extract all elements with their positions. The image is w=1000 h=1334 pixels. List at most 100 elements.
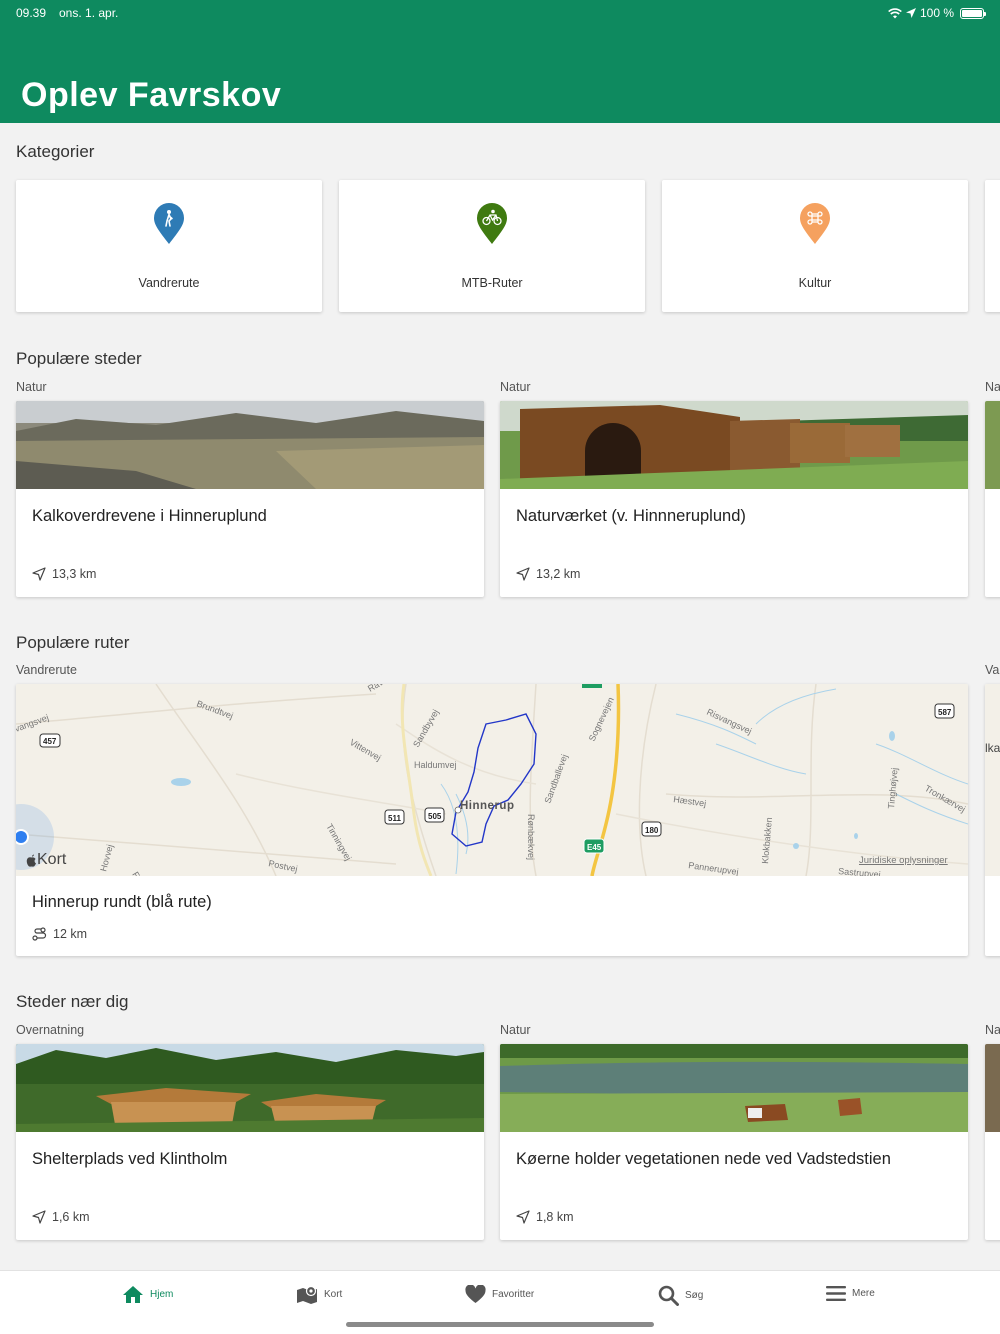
place-photo: [500, 401, 968, 489]
road-shield-e45: E45: [583, 838, 605, 854]
category-card-kultur[interactable]: Kultur: [662, 180, 968, 312]
map-icon: [297, 1285, 317, 1304]
place-category: Na: [985, 380, 1000, 394]
place-distance: 1,8 km: [516, 1210, 574, 1224]
route-map[interactable]: Brundtvej Risvangsvej Vittenvej Sandbyve…: [16, 684, 968, 876]
categories-title: Kategorier: [16, 142, 95, 161]
distance-text: 13,3 km: [52, 567, 97, 581]
tab-hjem[interactable]: Hjem: [122, 1285, 173, 1304]
svg-text:180: 180: [645, 826, 659, 835]
hiker-pin-icon: [154, 203, 184, 244]
place-category: Natur: [500, 1023, 531, 1037]
location-arrow-icon: [905, 8, 916, 18]
place-category: Na: [985, 1023, 1000, 1037]
map-watermark-text: Kort: [37, 851, 67, 868]
route-category: Vandrerute: [16, 663, 77, 677]
tab-mere[interactable]: Mere: [826, 1285, 875, 1302]
distance-text: 12 km: [53, 927, 88, 941]
page-title: Oplev Favrskov: [21, 76, 282, 114]
place-card-kalkoverdrevene[interactable]: Kalkoverdrevene i Hinneruplund 13,3 km: [16, 401, 484, 597]
apple-logo-icon: [26, 854, 36, 867]
tab-label: Hjem: [150, 1289, 174, 1300]
place-card-partial[interactable]: [985, 401, 1000, 597]
tab-label: Favoritter: [492, 1289, 535, 1300]
place-title: Naturværket (v. Hinnneruplund): [516, 507, 746, 525]
place-card-partial[interactable]: [985, 1044, 1000, 1240]
category-label: MTB-Ruter: [461, 276, 523, 290]
popular-places-title: Populære steder: [16, 349, 142, 368]
place-card-shelterplads[interactable]: Shelterplads ved Klintholm 1,6 km: [16, 1044, 484, 1240]
distance-text: 1,6 km: [52, 1210, 90, 1224]
route-category: Va: [985, 663, 1000, 677]
place-title: Køerne holder vegetationen nede ved Vads…: [516, 1150, 891, 1168]
tab-kort[interactable]: Kort: [296, 1285, 342, 1304]
road-shield-511: 511: [384, 809, 405, 825]
map-watermark: Kort: [26, 851, 66, 869]
navigation-arrow-icon: [516, 567, 530, 581]
road-shield-180: 180: [641, 821, 662, 837]
place-photo: [985, 401, 1000, 489]
route-distance: 12 km: [32, 927, 87, 941]
category-label: Vandrerute: [138, 276, 200, 290]
road-shield-505: 505: [424, 807, 445, 823]
navigation-arrow-icon: [516, 1210, 530, 1224]
wifi-icon: [888, 7, 902, 18]
svg-text:457: 457: [43, 737, 57, 746]
tab-label: Kort: [324, 1289, 343, 1300]
road-shield-457: 457: [39, 733, 61, 748]
route-card-partial[interactable]: lka: [985, 684, 1000, 956]
svg-text:E45: E45: [587, 843, 602, 852]
place-photo: [500, 1044, 968, 1132]
place-distance: 13,3 km: [32, 567, 96, 581]
svg-text:Haldumvej: Haldumvej: [414, 760, 457, 770]
app-header: 09.39 ons. 1. apr. 100 % Oplev Favrskov: [0, 0, 1000, 123]
map-legal-link[interactable]: Juridiske oplysninger: [859, 855, 948, 866]
navigation-arrow-icon: [32, 567, 46, 581]
svg-text:505: 505: [428, 812, 442, 821]
partial-map-text: lka: [985, 741, 1000, 755]
popular-routes-title: Populære ruter: [16, 633, 130, 652]
tab-label: Søg: [685, 1290, 704, 1301]
place-photo: [16, 401, 484, 489]
route-map-partial: [985, 684, 1000, 876]
status-bar: 09.39 ons. 1. apr. 100 %: [16, 6, 986, 20]
battery-icon: [960, 7, 986, 19]
place-title: Shelterplads ved Klintholm: [32, 1150, 228, 1168]
status-date: ons. 1. apr.: [59, 6, 119, 20]
nearby-title: Steder nær dig: [16, 992, 129, 1011]
heart-icon: [465, 1285, 486, 1303]
home-indicator[interactable]: [346, 1322, 654, 1327]
place-title: Kalkoverdrevene i Hinneruplund: [32, 507, 267, 525]
place-category: Overnatning: [16, 1023, 85, 1037]
culture-pin-icon: [800, 203, 830, 244]
place-card-koerne[interactable]: Køerne holder vegetationen nede ved Vads…: [500, 1044, 968, 1240]
route-card-hinnerup[interactable]: Brundtvej Risvangsvej Vittenvej Sandbyve…: [16, 684, 968, 956]
tab-soeg[interactable]: Søg: [658, 1285, 703, 1306]
place-distance: 1,6 km: [32, 1210, 90, 1224]
menu-icon: [826, 1286, 846, 1301]
status-right: 100 %: [888, 6, 986, 20]
svg-text:511: 511: [388, 814, 401, 823]
category-label: Kultur: [798, 276, 832, 290]
distance-text: 13,2 km: [536, 567, 581, 581]
battery-percent: 100 %: [919, 6, 954, 20]
search-icon: [658, 1285, 679, 1306]
place-category: Natur: [500, 380, 531, 394]
place-photo: [16, 1044, 484, 1132]
navigation-arrow-icon: [32, 1210, 46, 1224]
svg-text:Hinnerup: Hinnerup: [460, 800, 514, 812]
place-category: Natur: [16, 380, 47, 394]
home-icon: [123, 1286, 143, 1303]
category-card-mtb[interactable]: MTB-Ruter: [339, 180, 645, 312]
svg-text:Rønbækvej: Rønbækvej: [526, 814, 536, 860]
svg-text:587: 587: [938, 708, 952, 717]
tab-label: Mere: [852, 1288, 875, 1299]
distance-text: 1,8 km: [536, 1210, 574, 1224]
route-title: Hinnerup rundt (blå rute): [32, 893, 212, 911]
place-distance: 13,2 km: [516, 567, 580, 581]
category-card-vandrerute[interactable]: Vandrerute: [16, 180, 322, 312]
tab-favoritter[interactable]: Favoritter: [465, 1285, 534, 1304]
route-icon: [32, 927, 47, 941]
place-card-naturvaerket[interactable]: Naturværket (v. Hinnneruplund) 13,2 km: [500, 401, 968, 597]
category-card-partial[interactable]: [985, 180, 1000, 312]
